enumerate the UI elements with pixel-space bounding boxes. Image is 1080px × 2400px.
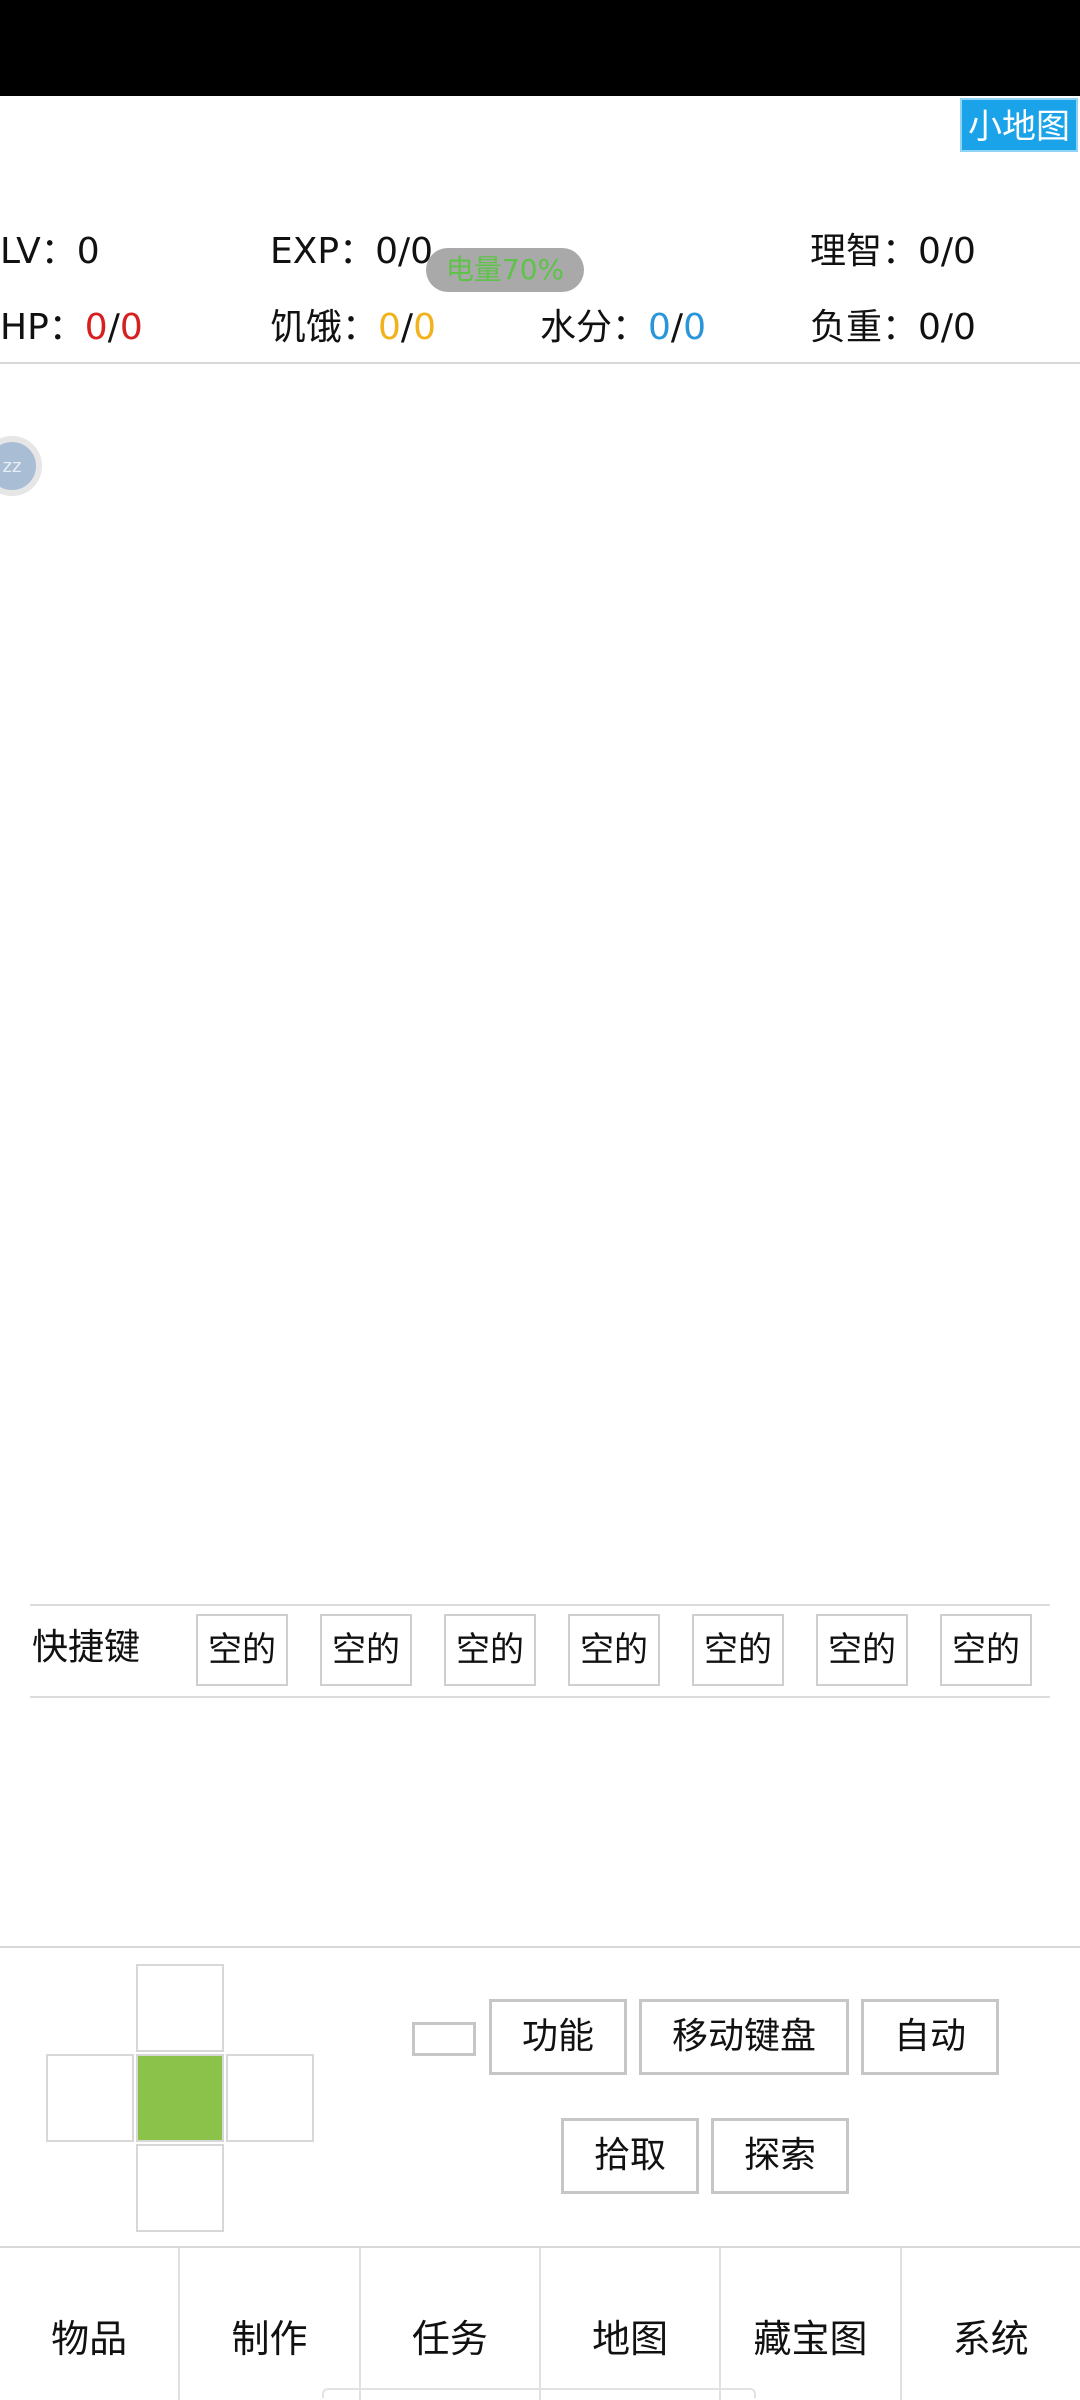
water-stat: 水分：0/0: [540, 308, 706, 348]
hunger-stat: 饥饿：0/0: [270, 308, 436, 348]
hunger-current: 0: [378, 307, 401, 348]
tab-map[interactable]: 地图: [541, 2248, 722, 2400]
status-bar: [0, 0, 1080, 96]
dpad-center[interactable]: [136, 2054, 224, 2142]
weight-stat: 负重：0/0: [810, 308, 976, 348]
exp-stat: EXP：0/0: [270, 232, 433, 272]
water-slash: /: [670, 307, 684, 348]
dpad-left[interactable]: [46, 2054, 134, 2142]
lv-label: LV：: [0, 231, 77, 272]
quickkey-slot-6[interactable]: 空的: [816, 1614, 908, 1686]
hp-stat: HP：0/0: [0, 308, 143, 348]
dpad-up[interactable]: [136, 1964, 224, 2052]
sanity-value: 0/0: [918, 231, 976, 272]
water-current: 0: [648, 307, 671, 348]
tab-crafting[interactable]: 制作: [180, 2248, 361, 2400]
hp-slash: /: [107, 307, 120, 348]
water-max: 0: [683, 307, 706, 348]
bottom-tab-bar: 物品 制作 任务 地图 藏宝图 系统: [0, 2246, 1080, 2400]
quickkey-slot-2[interactable]: 空的: [320, 1614, 412, 1686]
hp-max: 0: [119, 307, 143, 348]
weight-value: 0/0: [918, 307, 976, 348]
move-keyboard-button[interactable]: 移动键盘: [639, 1999, 849, 2075]
exp-label: EXP：: [270, 231, 376, 272]
water-label: 水分：: [540, 307, 649, 348]
sleep-icon[interactable]: zz: [0, 436, 42, 496]
stats-divider: [0, 362, 1080, 364]
sanity-stat: 理智：0/0: [810, 232, 976, 272]
explore-button[interactable]: 探索: [711, 2118, 849, 2194]
sleep-icon-text: zz: [2, 455, 22, 477]
quickkey-slot-4[interactable]: 空的: [568, 1614, 660, 1686]
hunger-label: 饥饿：: [270, 307, 379, 348]
function-button[interactable]: 功能: [489, 1999, 627, 2075]
hunger-max: 0: [413, 307, 436, 348]
lv-stat: LV：0: [0, 232, 100, 272]
tab-system[interactable]: 系统: [902, 2248, 1080, 2400]
toggle-box[interactable]: [412, 2022, 476, 2056]
hp-current: 0: [84, 307, 108, 348]
quickkey-slot-5[interactable]: 空的: [692, 1614, 784, 1686]
exp-value: 0/0: [375, 231, 434, 272]
lv-value: 0: [76, 231, 100, 272]
tab-treasure-map[interactable]: 藏宝图: [721, 2248, 902, 2400]
auto-button[interactable]: 自动: [861, 1999, 999, 2075]
minimap-button[interactable]: 小地图: [960, 98, 1078, 152]
home-indicator[interactable]: [322, 2388, 756, 2398]
quickkey-slot-7[interactable]: 空的: [940, 1614, 1032, 1686]
quickkey-slot-1[interactable]: 空的: [196, 1614, 288, 1686]
weight-label: 负重：: [810, 307, 919, 348]
hp-label: HP：: [0, 307, 85, 348]
quickkey-label: 快捷键: [32, 1627, 141, 1668]
hunger-slash: /: [400, 307, 414, 348]
dpad-down[interactable]: [136, 2144, 224, 2232]
pickup-button[interactable]: 拾取: [561, 2118, 699, 2194]
controls-divider: [0, 1946, 1080, 1948]
sanity-label: 理智：: [810, 231, 919, 272]
quickkey-slot-3[interactable]: 空的: [444, 1614, 536, 1686]
dpad-right[interactable]: [226, 2054, 314, 2142]
battery-indicator: 电量70%: [426, 248, 584, 292]
tab-quests[interactable]: 任务: [361, 2248, 541, 2400]
tab-items[interactable]: 物品: [0, 2248, 181, 2400]
